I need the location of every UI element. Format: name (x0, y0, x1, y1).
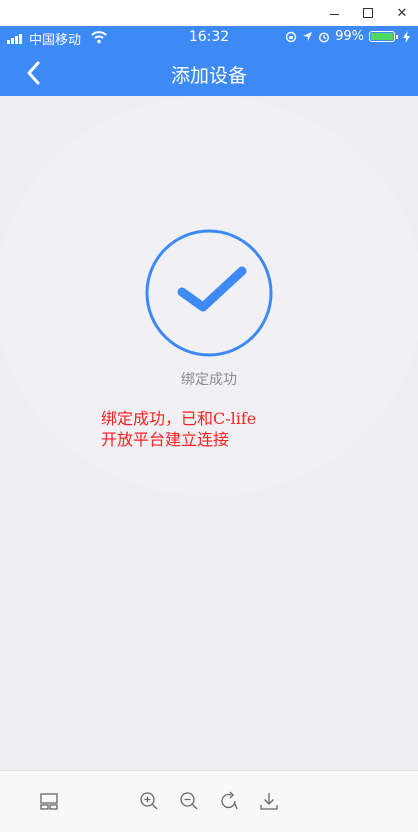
checkmark-circle-icon (145, 229, 273, 357)
success-status-text: 绑定成功 (181, 372, 237, 388)
location-icon (303, 32, 313, 41)
maximize-button[interactable] (351, 0, 385, 26)
viewer-toolbar (0, 770, 418, 832)
battery-percent: 99% (335, 29, 364, 44)
minimize-button[interactable] (317, 0, 351, 26)
rotate-icon[interactable] (218, 790, 240, 812)
status-bar: 中国移动 16:32 99% (0, 26, 418, 50)
maximize-icon (363, 8, 373, 18)
annotation-note: 绑定成功，已和C-life 开放平台建立连接 (101, 408, 331, 450)
page-title: 添加设备 (170, 65, 247, 87)
layout-icon[interactable] (38, 790, 60, 812)
download-icon[interactable] (258, 790, 280, 812)
close-button[interactable]: ✕ (385, 0, 418, 26)
rotation-lock-icon (285, 31, 297, 42)
window-titlebar: ✕ (0, 0, 418, 26)
zoom-in-icon[interactable] (138, 790, 160, 812)
minimize-icon (329, 13, 339, 15)
main-content: 绑定成功 绑定成功，已和C-life 开放平台建立连接 (0, 96, 418, 770)
zoom-out-icon[interactable] (178, 790, 200, 812)
charging-icon (403, 30, 410, 43)
nav-bar: 添加设备 (0, 50, 418, 96)
annotation-line-1: 绑定成功，已和C-life (101, 409, 257, 428)
battery-icon (369, 31, 395, 42)
annotation-line-2: 开放平台建立连接 (101, 430, 230, 449)
alarm-icon (319, 31, 330, 43)
